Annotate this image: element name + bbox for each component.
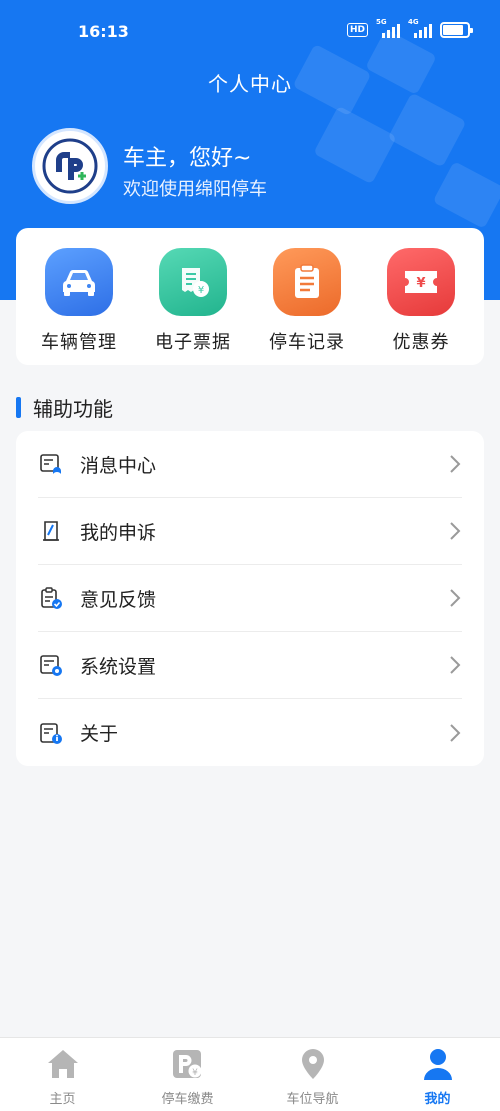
menu-item-label: 我的申诉 [80,521,157,544]
menu-item-my-appeals[interactable]: 我的申诉 [38,498,462,565]
svg-text:¥: ¥ [416,276,425,291]
section-accent-bar [16,396,21,418]
menu-item-feedback[interactable]: 意见反馈 [38,565,462,632]
menu-item-label: 意见反馈 [80,588,157,611]
location-pin-icon [295,1046,331,1082]
settings-icon [38,652,64,678]
menu-item-label: 消息中心 [80,454,157,477]
receipt-icon: ¥ [159,248,227,316]
greeting-text: 车主，您好~ [123,146,252,171]
tab-parking-pay[interactable]: ¥ 停车缴费 [125,1038,250,1111]
svg-text:¥: ¥ [198,285,204,296]
svg-text:¥: ¥ [192,1068,198,1078]
home-icon [45,1046,81,1082]
menu-item-system-settings[interactable]: 系统设置 [38,632,462,699]
tab-mine[interactable]: 我的 [375,1038,500,1111]
feedback-icon [38,585,64,611]
aux-menu-card: 消息中心 我的申诉 意见反馈 系统设置 关于 [16,431,484,766]
tab-spot-navigation[interactable]: 车位导航 [250,1038,375,1111]
quick-action-parking-records[interactable]: 停车记录 [255,248,359,365]
quick-action-coupons[interactable]: ¥ 优惠券 [369,248,473,365]
chevron-right-icon [450,589,461,607]
signal-5g-icon: 5G [376,18,400,38]
header-decoration [432,161,500,229]
battery-icon [440,22,473,38]
header-decoration [313,105,397,185]
avatar[interactable] [32,128,108,204]
chevron-right-icon [450,656,461,674]
menu-item-label: 关于 [80,723,119,745]
hd-voice-icon: HD [346,23,368,37]
chevron-right-icon [450,522,461,540]
chevron-right-icon [450,455,461,473]
tab-label: 车位导航 [286,1092,339,1107]
message-center-icon [38,451,64,477]
tab-label: 停车缴费 [161,1092,214,1107]
parking-pay-icon: ¥ [170,1046,206,1082]
tab-home[interactable]: 主页 [0,1038,125,1111]
car-icon [45,248,113,316]
quick-action-label: 电子票据 [155,332,231,353]
quick-actions-card: 车辆管理 ¥ 电子票据 停车记录 ¥ 优惠券 [16,228,484,365]
quick-action-label: 车辆管理 [41,332,117,353]
status-time: 16:13 [78,22,129,41]
tab-label: 主页 [49,1092,76,1107]
quick-action-e-receipt[interactable]: ¥ 电子票据 [141,248,245,365]
welcome-text: 欢迎使用绵阳停车 [123,179,267,200]
header-decoration [387,92,467,168]
tab-label: 我的 [424,1092,451,1107]
section-title-text: 辅助功能 [33,396,113,421]
status-bar: 16:13 HD 5G 4G [0,0,500,64]
quick-action-vehicle-management[interactable]: 车辆管理 [27,248,131,365]
menu-item-label: 系统设置 [80,655,157,678]
about-icon [38,720,64,746]
menu-item-message-center[interactable]: 消息中心 [38,431,462,498]
appeal-icon [38,518,64,544]
user-icon [420,1046,456,1082]
clipboard-icon [273,248,341,316]
page-title: 个人中心 [208,72,292,96]
app-logo-icon [42,138,98,194]
status-icons: HD 5G 4G [346,18,473,38]
coupon-icon: ¥ [387,248,455,316]
bottom-tab-bar: 主页 ¥ 停车缴费 车位导航 我的 [0,1037,500,1111]
quick-action-label: 停车记录 [269,332,345,353]
menu-item-about[interactable]: 关于 [38,699,462,766]
chevron-right-icon [450,723,461,742]
section-title: 辅助功能 [16,394,113,421]
quick-action-label: 优惠券 [392,332,450,353]
signal-4g-icon: 4G [408,18,432,38]
